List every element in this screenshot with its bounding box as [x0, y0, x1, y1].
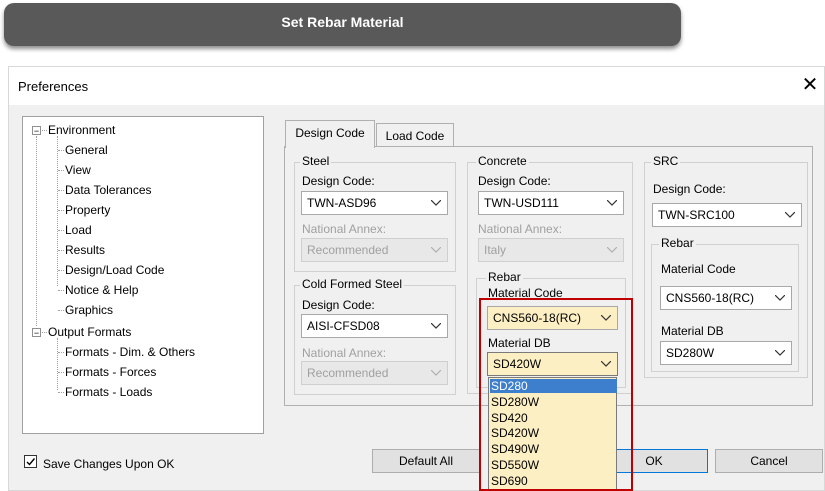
chevron-down-icon	[429, 315, 443, 337]
concrete-design-code-value: TWN-USD111	[484, 196, 559, 210]
src-material-code-label: Material Code	[661, 262, 736, 276]
steel-design-code-select[interactable]: TWN-ASD96	[301, 191, 448, 215]
steel-design-code-label: Design Code:	[302, 174, 375, 188]
chevron-down-icon	[429, 239, 443, 261]
src-material-code-value: CNS560-18(RC)	[666, 291, 755, 305]
chevron-down-icon	[783, 204, 797, 226]
collapse-environment-icon[interactable]: −	[32, 126, 41, 136]
tree-item-data-tolerances[interactable]: Data Tolerances	[65, 181, 152, 199]
tree-item-output-formats[interactable]: Output Formats	[48, 323, 131, 341]
cancel-button[interactable]: Cancel	[715, 449, 823, 473]
cold-formed-steel-group-label: Cold Formed Steel	[300, 277, 405, 291]
concrete-design-code-label: Design Code:	[478, 174, 551, 188]
cfs-design-code-value: AISI-CFSD08	[307, 319, 380, 333]
chevron-down-icon	[773, 287, 787, 309]
concrete-national-annex-select: Italy	[478, 238, 624, 262]
window-title: Preferences	[18, 79, 89, 94]
close-icon[interactable]: ✕	[800, 73, 820, 97]
concrete-design-code-select[interactable]: TWN-USD111	[478, 191, 624, 215]
concrete-group-label: Concrete	[476, 154, 529, 168]
collapse-output-formats-icon[interactable]: −	[32, 328, 41, 338]
cfs-design-code-select[interactable]: AISI-CFSD08	[301, 314, 448, 338]
cfs-national-annex-label: National Annex:	[302, 346, 387, 360]
src-group-label: SRC	[651, 154, 681, 168]
tree-item-load[interactable]: Load	[65, 221, 92, 239]
save-changes-label: Save Changes Upon OK	[43, 457, 175, 471]
tree-item-view[interactable]: View	[65, 161, 91, 179]
title-bar	[9, 67, 824, 105]
concrete-national-annex-value: Italy	[484, 243, 507, 257]
cfs-design-code-label: Design Code:	[302, 298, 375, 312]
src-design-code-label: Design Code:	[653, 182, 726, 196]
cfs-national-annex-value: Recommended	[307, 366, 389, 380]
concrete-national-annex-label: National Annex:	[478, 222, 563, 236]
default-all-button[interactable]: Default All	[372, 449, 480, 473]
src-rebar-group-label: Rebar	[659, 236, 696, 250]
tree-item-environment[interactable]: Environment	[48, 121, 115, 139]
chevron-down-icon	[605, 239, 619, 261]
src-material-db-label: Material DB	[661, 324, 724, 338]
tree-item-design-load-code[interactable]: Design/Load Code	[65, 261, 164, 279]
concrete-rebar-group-label: Rebar	[486, 270, 523, 284]
steel-national-annex-value: Recommended	[307, 243, 389, 257]
banner-title: Set Rebar Material	[281, 13, 404, 30]
src-material-db-value: SD280W	[666, 346, 715, 360]
cfs-national-annex-select: Recommended	[301, 361, 448, 385]
tree-item-notice-help[interactable]: Notice & Help	[65, 281, 138, 299]
save-changes-checkbox[interactable]	[24, 455, 37, 468]
chevron-down-icon	[773, 342, 787, 364]
steel-design-code-value: TWN-ASD96	[307, 196, 377, 210]
chevron-down-icon	[605, 192, 619, 214]
tree-item-formats-loads[interactable]: Formats - Loads	[65, 383, 152, 401]
steel-national-annex-select: Recommended	[301, 238, 448, 262]
src-material-code-select[interactable]: CNS560-18(RC)	[660, 286, 792, 310]
src-design-code-value: TWN-SRC100	[658, 208, 735, 222]
tree-item-property[interactable]: Property	[65, 201, 110, 219]
tree-item-formats-dim-others[interactable]: Formats - Dim. & Others	[65, 343, 195, 361]
preferences-tree[interactable]: − Environment General View Data Tolerances…	[22, 116, 264, 434]
src-design-code-select[interactable]: TWN-SRC100	[652, 203, 802, 227]
chevron-down-icon	[429, 192, 443, 214]
highlight-box	[479, 298, 633, 491]
src-material-db-select[interactable]: SD280W	[660, 341, 792, 365]
title-banner: Set Rebar Material	[4, 3, 681, 46]
steel-national-annex-label: National Annex:	[302, 222, 387, 236]
tree-item-results[interactable]: Results	[65, 241, 105, 259]
tree-item-formats-forces[interactable]: Formats - Forces	[65, 363, 156, 381]
tree-item-general[interactable]: General	[65, 141, 108, 159]
tab-design-code[interactable]: Design Code	[285, 120, 375, 148]
tree-item-graphics[interactable]: Graphics	[65, 301, 113, 319]
steel-group-label: Steel	[300, 154, 332, 168]
chevron-down-icon	[429, 362, 443, 384]
